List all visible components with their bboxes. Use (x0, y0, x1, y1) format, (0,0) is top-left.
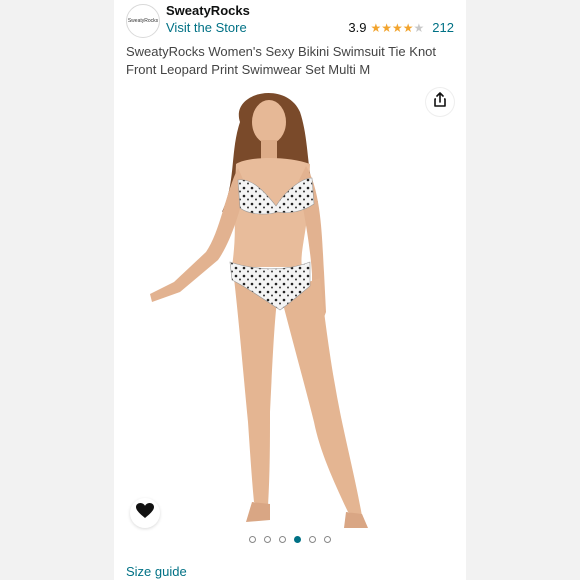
image-carousel-dots (114, 536, 466, 543)
carousel-dot[interactable] (309, 536, 316, 543)
heart-icon (136, 502, 154, 524)
carousel-dot[interactable] (324, 536, 331, 543)
star-icon: ★ (370, 20, 382, 35)
product-image[interactable] (114, 82, 466, 530)
store-name: SweatyRocks (166, 3, 250, 18)
rating-value: 3.9 (348, 20, 367, 35)
rating-summary[interactable]: 3.9 ★ ★ ★ ★ ★ 212 (348, 20, 454, 35)
store-logo-text: SweatyRocks (127, 18, 159, 24)
add-to-favorites-button[interactable] (130, 498, 160, 528)
product-title: SweatyRocks Women's Sexy Bikini Swimsuit… (126, 44, 437, 77)
carousel-dot[interactable] (249, 536, 256, 543)
star-icon: ★ (392, 20, 403, 35)
visit-store-link[interactable]: Visit the Store (166, 20, 247, 35)
size-guide-link[interactable]: Size guide (126, 564, 187, 579)
review-count-link[interactable]: 212 (432, 20, 454, 35)
store-logo[interactable]: SweatyRocks (126, 4, 160, 38)
star-icon: ★ (413, 20, 425, 35)
carousel-dot[interactable] (279, 536, 286, 543)
star-icon: ★ (381, 20, 392, 35)
share-button[interactable] (426, 88, 454, 116)
carousel-dot[interactable] (264, 536, 271, 543)
star-rating: ★ ★ ★ ★ ★ (370, 22, 424, 34)
star-icon: ★ (402, 20, 414, 35)
product-card: SweatyRocks SweatyRocks Visit the Store … (114, 0, 466, 580)
model-photo (150, 93, 368, 528)
carousel-dot-active[interactable] (294, 536, 301, 543)
share-icon (432, 91, 448, 113)
